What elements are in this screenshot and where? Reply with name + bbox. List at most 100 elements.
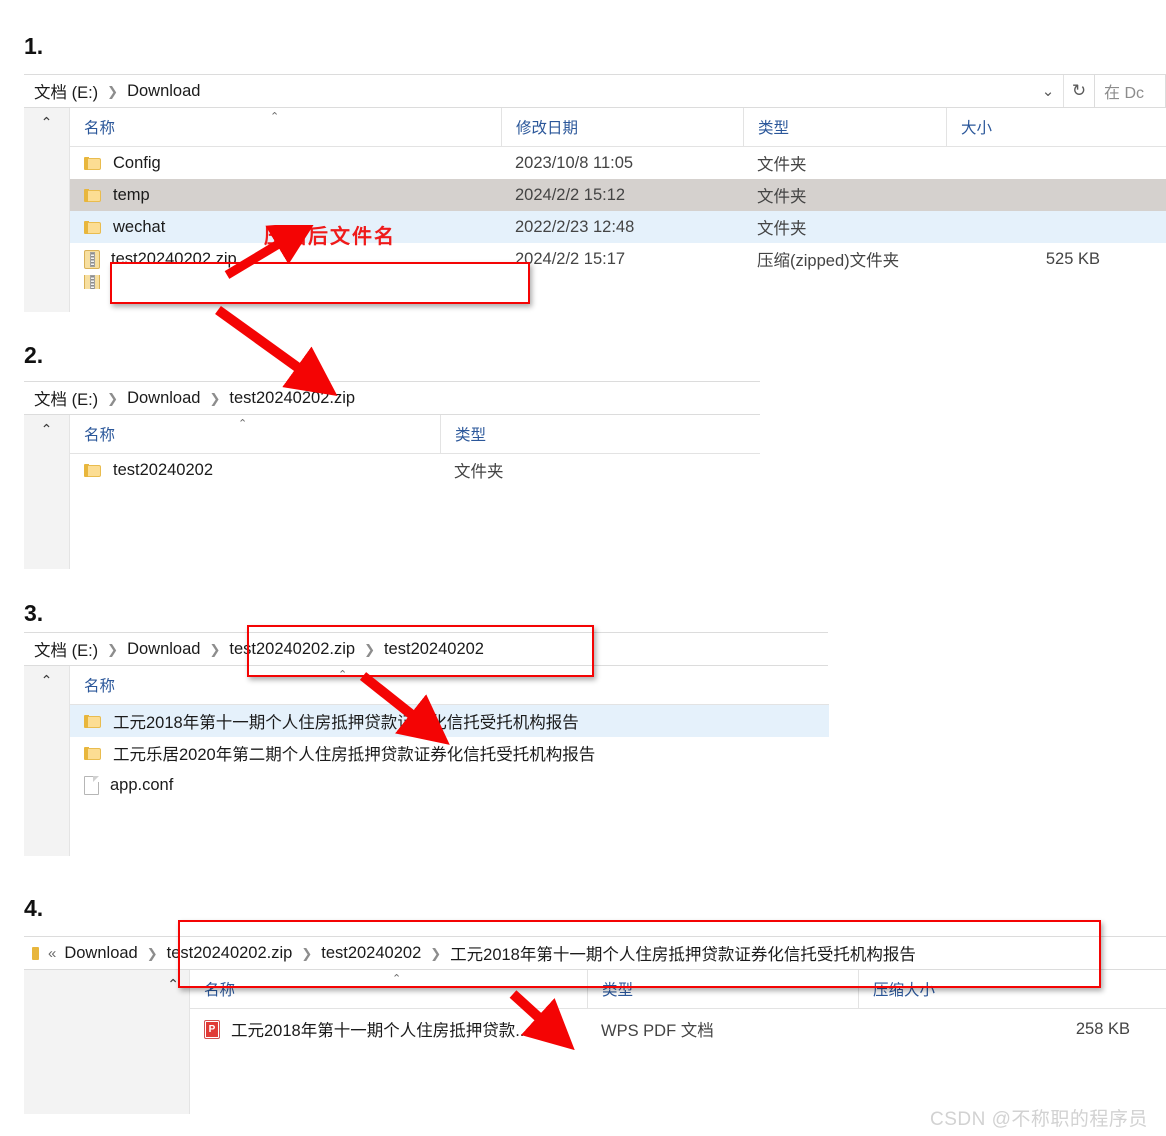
folder-icon: [84, 463, 102, 478]
table-row[interactable]: test20240202.zip 2024/2/2 15:17 压缩(zippe…: [70, 243, 1166, 275]
file-type-cell: 文件夹: [454, 463, 504, 481]
address-bar-1[interactable]: 文档 (E:) ❯ Download ⌄ ↻ 在 Dc: [24, 74, 1166, 108]
file-type-cell: 文件夹: [757, 156, 807, 174]
file-list-pane-3: ⌃ 名称 工元2018年第十一期个人住房抵押贷款证券化信托受托机构报告 工元乐居…: [70, 666, 829, 856]
column-header-type[interactable]: 类型: [587, 970, 858, 1008]
column-header-label: 大小: [961, 120, 993, 137]
breadcrumb-4[interactable]: « Download ❯ test20240202.zip ❯ test2024…: [24, 937, 918, 969]
chevron-right-icon: ❯: [107, 84, 119, 99]
file-name-cell: temp: [70, 179, 501, 211]
file-size-cell: [946, 179, 1116, 211]
breadcrumb-item-drive[interactable]: 文档 (E:): [32, 386, 100, 410]
column-header-date[interactable]: 修改日期: [501, 108, 743, 146]
sort-ascending-icon: ⌃: [338, 669, 348, 681]
file-name-label: 工元乐居2020年第二期个人住房抵押贷款证券化信托受托机构报告: [113, 746, 596, 764]
table-row[interactable]: 工元2018年第十一期个人住房抵押贷款... WPS PDF 文档 258 KB: [190, 1009, 1166, 1049]
breadcrumb-item-folder[interactable]: test20240202: [319, 944, 423, 963]
chevron-right-icon: ❯: [107, 391, 119, 406]
column-header-name[interactable]: ⌃ 名称: [70, 108, 501, 146]
chevron-right-icon: ❯: [146, 946, 158, 961]
table-row-clipped[interactable]: [70, 275, 1166, 289]
nav-collapse-chevron-icon[interactable]: ⌃: [41, 672, 53, 689]
breadcrumb-item-download[interactable]: Download: [125, 82, 202, 101]
table-row[interactable]: temp 2024/2/2 15:12 文件夹: [70, 179, 1166, 211]
nav-collapse-chevron-icon[interactable]: ⌃: [167, 976, 179, 993]
file-name-label: temp: [113, 185, 150, 204]
navigation-pane-3[interactable]: ⌃: [24, 666, 70, 856]
breadcrumb-overflow-icon[interactable]: «: [42, 945, 62, 962]
address-bar-4[interactable]: « Download ❯ test20240202.zip ❯ test2024…: [24, 936, 1166, 970]
breadcrumb-item-zip[interactable]: test20240202.zip: [227, 640, 357, 659]
explorer-window-1: 文档 (E:) ❯ Download ⌄ ↻ 在 Dc ⌃ ⌃ 名称 修改日期 …: [24, 74, 1166, 314]
breadcrumb-1[interactable]: 文档 (E:) ❯ Download: [24, 75, 202, 107]
generic-file-icon: [84, 775, 99, 795]
folder-icon: [84, 714, 102, 729]
zip-icon: [84, 249, 100, 269]
watermark: CSDN @不称职的程序员: [930, 1109, 1148, 1130]
breadcrumb-item-drive[interactable]: 文档 (E:): [32, 637, 100, 661]
breadcrumb-item-download[interactable]: Download: [125, 640, 202, 659]
explorer-window-3: 文档 (E:) ❯ Download ❯ test20240202.zip ❯ …: [24, 632, 829, 858]
column-header-size[interactable]: 大小: [946, 108, 1116, 146]
nav-collapse-chevron-icon[interactable]: ⌃: [41, 421, 53, 438]
step-number-3: 3.: [24, 600, 44, 626]
file-list-pane-2: ⌃ 名称 类型 test20240202 文件夹: [70, 415, 760, 569]
file-type-cell: 压缩(zipped)文件夹: [757, 252, 900, 270]
sort-ascending-icon: ⌃: [392, 973, 402, 985]
chevron-right-icon: ❯: [364, 642, 375, 657]
column-header-label: 名称: [204, 982, 236, 999]
file-name-cell: 工元2018年第十一期个人住房抵押贷款证券化信托受托机构报告: [70, 705, 829, 737]
table-row[interactable]: wechat 2022/2/23 12:48 文件夹: [70, 211, 1166, 243]
address-bar-3[interactable]: 文档 (E:) ❯ Download ❯ test20240202.zip ❯ …: [24, 632, 828, 666]
table-row[interactable]: Config 2023/10/8 11:05 文件夹: [70, 147, 1166, 179]
file-size-cell: 525 KB: [1045, 249, 1100, 268]
column-header-name[interactable]: ⌃ 名称: [70, 666, 829, 704]
file-name-cell: wechat: [70, 211, 501, 243]
column-header-compressed-size[interactable]: 压缩大小: [858, 970, 1146, 1008]
file-name-cell: 工元乐居2020年第二期个人住房抵押贷款证券化信托受托机构报告: [70, 737, 829, 769]
file-compressed-size-cell: 258 KB: [1075, 1019, 1130, 1038]
column-header-row-2: ⌃ 名称 类型: [70, 415, 760, 454]
chevron-right-icon: ❯: [301, 946, 313, 961]
column-header-row-3: ⌃ 名称: [70, 666, 829, 705]
refresh-icon[interactable]: ↻: [1063, 75, 1094, 107]
breadcrumb-item-drive[interactable]: 文档 (E:): [32, 79, 100, 103]
breadcrumb-item-folder[interactable]: test20240202: [382, 640, 486, 659]
zip-icon: [84, 275, 100, 289]
table-row[interactable]: test20240202 文件夹: [70, 454, 760, 486]
table-row[interactable]: 工元乐居2020年第二期个人住房抵押贷款证券化信托受托机构报告: [70, 737, 829, 769]
navigation-pane-4[interactable]: ⌃: [24, 970, 190, 1114]
file-name-cell: Config: [70, 147, 501, 179]
breadcrumb-item-download[interactable]: Download: [62, 944, 139, 963]
explorer-content-3: ⌃ ⌃ 名称 工元2018年第十一期个人住房抵押贷款证券化信托受托机构报告 工元…: [24, 666, 829, 856]
table-row[interactable]: app.conf: [70, 769, 829, 801]
navigation-pane-2[interactable]: ⌃: [24, 415, 70, 569]
nav-collapse-chevron-icon[interactable]: ⌃: [41, 114, 53, 131]
file-date-cell: 2024/2/2 15:12: [515, 185, 626, 204]
file-date-cell: 2024/2/2 15:17: [515, 249, 626, 268]
folder-icon: [84, 156, 102, 171]
breadcrumb-item-report[interactable]: 工元2018年第十一期个人住房抵押贷款证券化信托受托机构报告: [448, 941, 918, 965]
breadcrumb-item-zip[interactable]: test20240202.zip: [227, 389, 357, 408]
address-bar-2[interactable]: 文档 (E:) ❯ Download ❯ test20240202.zip: [24, 381, 760, 415]
table-row[interactable]: 工元2018年第十一期个人住房抵押贷款证券化信托受托机构报告: [70, 705, 829, 737]
breadcrumb-item-download[interactable]: Download: [125, 389, 202, 408]
explorer-window-2: 文档 (E:) ❯ Download ❯ test20240202.zip ⌃ …: [24, 381, 760, 571]
breadcrumb-2[interactable]: 文档 (E:) ❯ Download ❯ test20240202.zip: [24, 382, 357, 414]
file-type-cell: 文件夹: [757, 220, 807, 238]
column-header-label: 类型: [455, 427, 487, 444]
file-list-pane-4: ⌃ 名称 类型 压缩大小 工元2018年第十一期个人住房抵押贷款...: [190, 970, 1166, 1114]
search-input-1[interactable]: 在 Dc: [1094, 75, 1166, 107]
chevron-down-icon[interactable]: ⌄: [1033, 75, 1063, 107]
chevron-right-icon: ❯: [209, 391, 221, 406]
file-name-label: wechat: [113, 217, 166, 236]
column-header-type[interactable]: 类型: [743, 108, 946, 146]
breadcrumb-item-zip[interactable]: test20240202.zip: [165, 944, 295, 963]
folder-icon: [32, 946, 40, 961]
breadcrumb-3[interactable]: 文档 (E:) ❯ Download ❯ test20240202.zip ❯ …: [24, 633, 486, 665]
file-name-cell: app.conf: [70, 769, 829, 801]
navigation-pane-1[interactable]: ⌃: [24, 108, 70, 312]
column-header-name[interactable]: ⌃ 名称: [70, 415, 440, 453]
column-header-type[interactable]: 类型: [440, 415, 700, 453]
column-header-name[interactable]: ⌃ 名称: [190, 970, 587, 1008]
